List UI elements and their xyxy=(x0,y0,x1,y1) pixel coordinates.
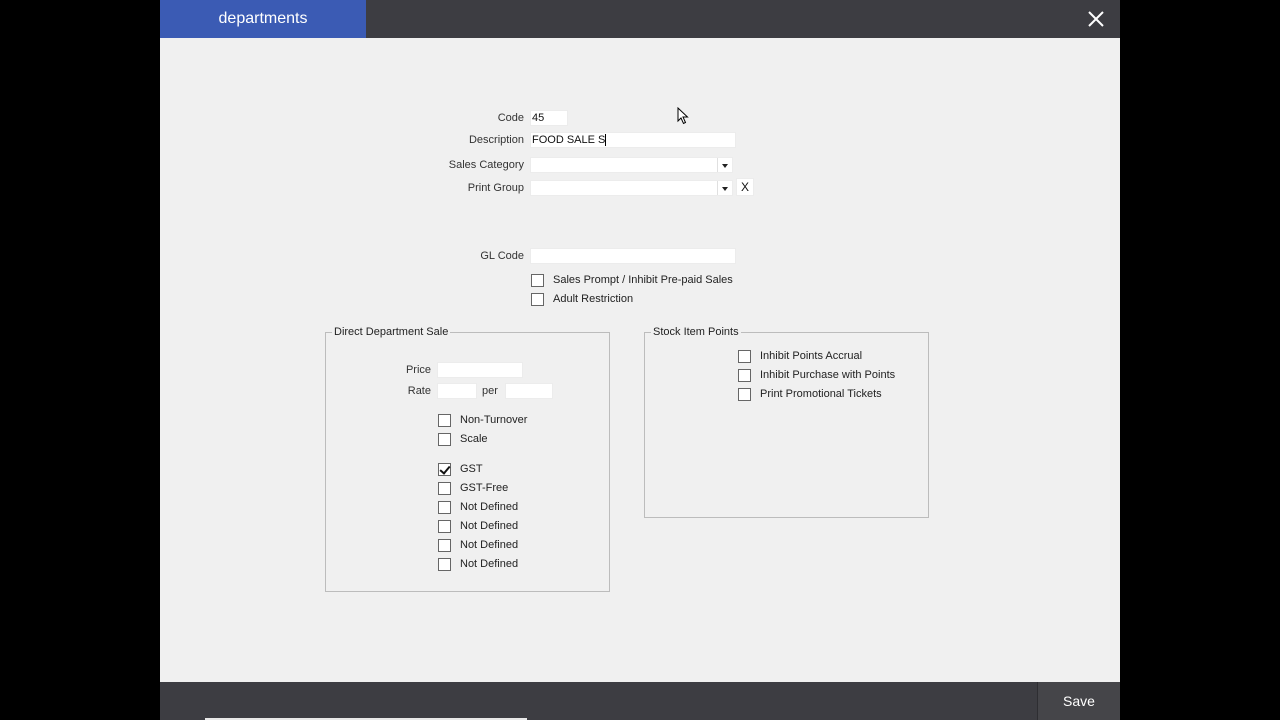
inhibit-points-accrual-checkbox[interactable] xyxy=(738,349,751,363)
adult-restriction-checkbox-row[interactable]: Adult Restriction xyxy=(531,292,633,306)
per-field[interactable] xyxy=(505,383,553,399)
inhibit-purchase-points-label: Inhibit Purchase with Points xyxy=(760,369,896,381)
per-label: per xyxy=(482,385,498,397)
not-defined-2-checkbox[interactable] xyxy=(438,519,451,533)
adult-restriction-label: Adult Restriction xyxy=(553,293,634,305)
text-caret: ​ xyxy=(605,134,607,146)
print-group-label: Print Group xyxy=(467,182,524,194)
not-defined-4-checkbox-row[interactable]: Not Defined xyxy=(438,557,518,571)
gl-code-field[interactable] xyxy=(530,248,736,264)
gst-label: GST xyxy=(460,463,483,475)
scale-checkbox-row[interactable]: Scale xyxy=(438,432,488,446)
inhibit-points-accrual-label: Inhibit Points Accrual xyxy=(760,350,863,362)
not-defined-1-checkbox[interactable] xyxy=(438,500,451,514)
not-defined-1-label: Not Defined xyxy=(460,501,519,513)
sales-category-select[interactable] xyxy=(530,157,733,173)
rate-field[interactable] xyxy=(437,383,477,399)
save-button[interactable]: Save xyxy=(1037,682,1120,720)
code-label: Code xyxy=(497,112,524,124)
price-field[interactable] xyxy=(437,362,523,378)
footer-bar: Save xyxy=(160,682,1120,720)
gst-checkbox-row[interactable]: GST xyxy=(438,462,483,476)
not-defined-3-checkbox-row[interactable]: Not Defined xyxy=(438,538,518,552)
description-value: FOOD SALE S xyxy=(532,134,606,146)
window-title: departments xyxy=(160,0,366,38)
mouse-pointer-icon xyxy=(677,107,689,125)
direct-department-sale-group: Direct Department Sale Price Rate per No… xyxy=(325,326,610,592)
sales-prompt-checkbox-row[interactable]: Sales Prompt / Inhibit Pre-paid Sales xyxy=(531,273,733,287)
print-promotional-tickets-checkbox-row[interactable]: Print Promotional Tickets xyxy=(738,387,882,401)
sales-category-label: Sales Category xyxy=(448,159,524,171)
gst-free-label: GST-Free xyxy=(460,482,509,494)
price-label: Price xyxy=(405,364,431,376)
not-defined-1-checkbox-row[interactable]: Not Defined xyxy=(438,500,518,514)
description-label: Description xyxy=(468,134,524,146)
not-defined-2-label: Not Defined xyxy=(460,520,519,532)
not-defined-2-checkbox-row[interactable]: Not Defined xyxy=(438,519,518,533)
not-defined-4-checkbox[interactable] xyxy=(438,557,451,571)
clear-print-group-button[interactable]: X xyxy=(736,178,754,196)
description-field[interactable]: FOOD SALE S​ xyxy=(530,132,736,148)
scale-label: Scale xyxy=(460,433,488,445)
not-defined-3-label: Not Defined xyxy=(460,539,519,551)
print-group-select[interactable] xyxy=(530,180,733,196)
stock-item-points-title: Stock Item Points xyxy=(651,326,741,338)
gst-free-checkbox[interactable] xyxy=(438,481,451,495)
not-defined-3-checkbox[interactable] xyxy=(438,538,451,552)
sales-prompt-checkbox[interactable] xyxy=(531,273,544,287)
non-turnover-checkbox[interactable] xyxy=(438,413,451,427)
gst-free-checkbox-row[interactable]: GST-Free xyxy=(438,481,508,495)
inhibit-purchase-points-checkbox-row[interactable]: Inhibit Purchase with Points xyxy=(738,368,895,382)
close-button[interactable] xyxy=(1084,7,1108,31)
non-turnover-label: Non-Turnover xyxy=(460,414,528,426)
gl-code-label: GL Code xyxy=(480,250,524,262)
stock-item-points-group: Stock Item Points Inhibit Points Accrual… xyxy=(644,326,929,518)
chevron-down-icon[interactable] xyxy=(717,181,732,195)
title-bar: departments xyxy=(160,0,1120,38)
rate-label: Rate xyxy=(407,385,431,397)
scale-checkbox[interactable] xyxy=(438,432,451,446)
not-defined-4-label: Not Defined xyxy=(460,558,519,570)
code-field[interactable]: 45 xyxy=(530,110,568,126)
inhibit-purchase-points-checkbox[interactable] xyxy=(738,368,751,382)
chevron-down-icon[interactable] xyxy=(717,158,732,172)
gst-checkbox[interactable] xyxy=(438,462,451,476)
print-promotional-tickets-checkbox[interactable] xyxy=(738,387,751,401)
adult-restriction-checkbox[interactable] xyxy=(531,292,544,306)
print-promotional-tickets-label: Print Promotional Tickets xyxy=(760,388,882,400)
close-icon xyxy=(1088,11,1104,27)
direct-department-sale-title: Direct Department Sale xyxy=(332,326,451,338)
inhibit-points-accrual-checkbox-row[interactable]: Inhibit Points Accrual xyxy=(738,349,862,363)
non-turnover-checkbox-row[interactable]: Non-Turnover xyxy=(438,413,527,427)
departments-window: departments Code 45 Description FOOD SAL… xyxy=(160,0,1120,720)
sales-prompt-label: Sales Prompt / Inhibit Pre-paid Sales xyxy=(553,274,733,286)
